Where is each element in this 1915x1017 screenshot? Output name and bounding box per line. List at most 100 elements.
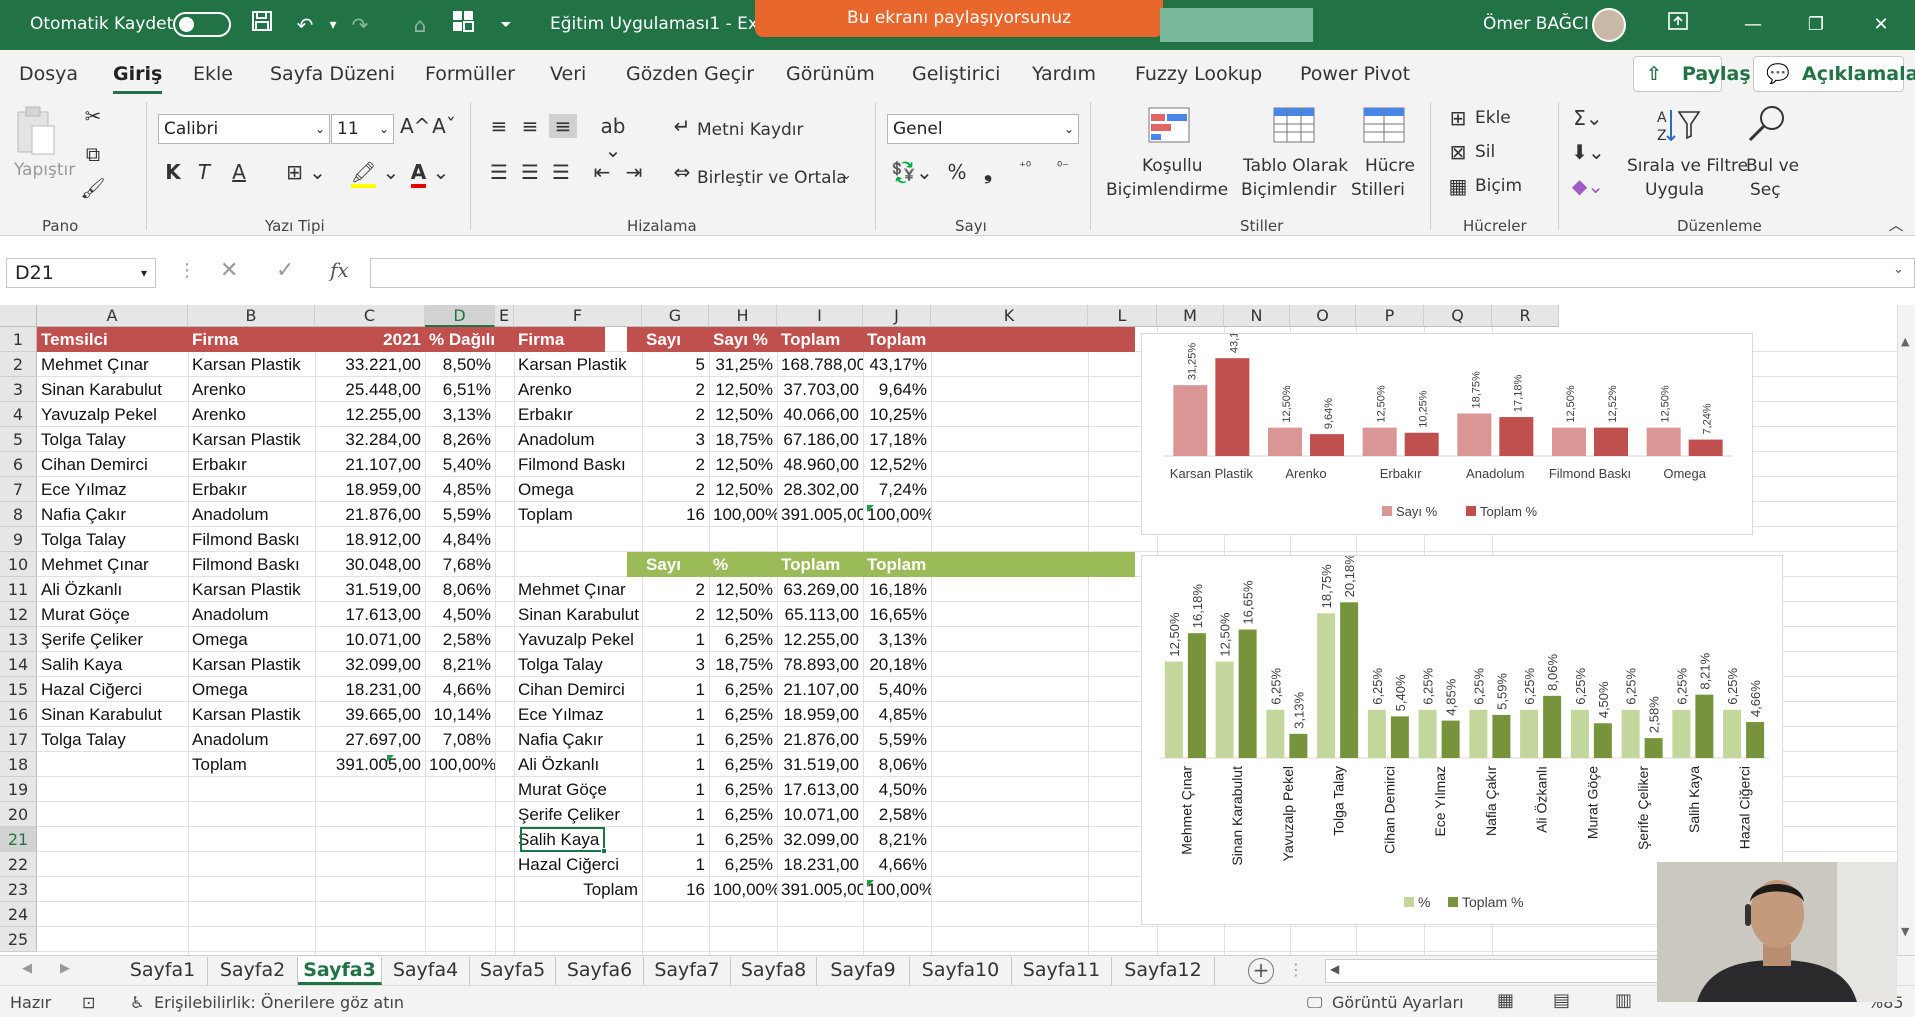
conditional-formatting-icon[interactable] bbox=[1147, 106, 1191, 144]
number-format-select[interactable]: Genel ⌄ bbox=[887, 114, 1079, 144]
cell-value[interactable]: 33.221,00 bbox=[315, 352, 425, 377]
merge-center-button[interactable]: Birleştir ve Ortala bbox=[697, 168, 847, 188]
cell-value[interactable]: 21.876,00 bbox=[315, 502, 425, 527]
cell-value[interactable]: 9,64% bbox=[863, 377, 931, 402]
cell-temsilci[interactable]: Nafia Çakır bbox=[37, 502, 188, 527]
normal-view-icon[interactable]: ▦ bbox=[1497, 990, 1514, 1011]
share-button[interactable]: ⇧ Paylaş bbox=[1633, 56, 1751, 92]
screen-share-banner[interactable]: Bu ekranı paylaşıyorsunuz bbox=[755, 0, 1163, 37]
align-bottom-icon[interactable]: ≡ bbox=[549, 114, 577, 138]
cell-value[interactable]: 18.231,00 bbox=[777, 852, 863, 877]
chart-firma[interactable]: 31,25% 43,17% Karsan Plastik 12,50% 9,64% Are… bbox=[1141, 316, 1753, 535]
cell-value[interactable]: 31.519,00 bbox=[777, 752, 863, 777]
column-header-k[interactable]: K bbox=[931, 305, 1088, 327]
cell-value[interactable]: 27.697,00 bbox=[315, 727, 425, 752]
row-header-1[interactable]: 1 bbox=[0, 327, 37, 352]
cell-value[interactable]: 1 bbox=[642, 677, 709, 702]
cell-value[interactable]: 3,13% bbox=[863, 627, 931, 652]
align-right-icon[interactable]: ☰ bbox=[549, 160, 573, 184]
cell-value[interactable]: 17.613,00 bbox=[777, 777, 863, 802]
total-value[interactable]: 391.005,00 bbox=[315, 752, 425, 777]
cell-value[interactable]: 43,17% bbox=[863, 352, 931, 377]
format-as-table-label-1[interactable]: Tablo Olarak bbox=[1243, 156, 1348, 176]
cell-value[interactable]: 48.960,00 bbox=[777, 452, 863, 477]
merge-dropdown-icon[interactable]: ⌄ bbox=[841, 168, 852, 183]
cell-temsilci[interactable]: Murat Göçe bbox=[37, 602, 188, 627]
macro-recorder-icon[interactable]: ⊡ bbox=[82, 993, 95, 1012]
cell-value[interactable]: 12,50% bbox=[709, 377, 777, 402]
tab-review[interactable]: Gözden Geçir bbox=[626, 63, 754, 85]
restore-icon[interactable]: ❐ bbox=[1803, 12, 1829, 38]
cell-temsilci[interactable]: Mehmet Çınar bbox=[37, 552, 188, 577]
cell-value[interactable]: 3 bbox=[642, 652, 709, 677]
cell-temsilci[interactable]: Sinan Karabulut bbox=[514, 602, 642, 627]
cell-value[interactable]: 2 bbox=[642, 402, 709, 427]
cell-firma[interactable]: Anadolum bbox=[188, 502, 315, 527]
cell-firma[interactable]: Karsan Plastik bbox=[188, 702, 315, 727]
header-cell[interactable]: % bbox=[709, 552, 777, 577]
cell-value[interactable]: 32.284,00 bbox=[315, 427, 425, 452]
accessibility-icon[interactable]: ♿ bbox=[130, 993, 144, 1012]
autosum-icon[interactable]: Σ⌄ bbox=[1570, 106, 1606, 130]
decrease-decimal-icon[interactable]: ⁰⁻ bbox=[1048, 160, 1078, 175]
sheet-tab-sayfa2[interactable]: Sayfa2 bbox=[208, 957, 298, 985]
column-header-m[interactable]: M bbox=[1157, 305, 1224, 327]
insert-cells-icon[interactable]: ⊞ bbox=[1446, 106, 1470, 130]
cell-percent[interactable]: 7,68% bbox=[425, 552, 495, 577]
row-header-14[interactable]: 14 bbox=[0, 652, 37, 677]
close-icon[interactable]: ✕ bbox=[1868, 12, 1894, 38]
cell-value[interactable]: 17.613,00 bbox=[315, 602, 425, 627]
sheet-tab-sayfa4[interactable]: Sayfa4 bbox=[382, 957, 470, 985]
total-label[interactable]: Toplam bbox=[188, 752, 315, 777]
cell-value[interactable]: 5,59% bbox=[863, 727, 931, 752]
format-as-table-label-2[interactable]: Biçimlendir bbox=[1241, 180, 1336, 200]
display-settings[interactable]: Görüntü Ayarları bbox=[1332, 993, 1464, 1012]
shrink-font-icon[interactable]: Aˇ bbox=[432, 114, 456, 138]
format-cells-button[interactable]: Biçim bbox=[1475, 176, 1522, 196]
cell-percent[interactable]: 8,21% bbox=[425, 652, 495, 677]
row-header-7[interactable]: 7 bbox=[0, 477, 37, 502]
cell-value[interactable]: 28.302,00 bbox=[777, 477, 863, 502]
row-header-3[interactable]: 3 bbox=[0, 377, 37, 402]
tab-split-icon[interactable]: ⋮ bbox=[1288, 960, 1304, 979]
sheet-tab-sayfa3[interactable]: Sayfa3 bbox=[298, 957, 382, 985]
cell-value[interactable]: 30.048,00 bbox=[315, 552, 425, 577]
cell-temsilci[interactable]: Cihan Demirci bbox=[514, 677, 642, 702]
name-box[interactable]: D21 ▾ bbox=[6, 258, 156, 288]
header-cell[interactable]: Toplam % bbox=[863, 327, 931, 352]
grow-font-icon[interactable]: A^ bbox=[400, 114, 430, 138]
cell-value[interactable]: 37.703,00 bbox=[777, 377, 863, 402]
sort-filter-icon[interactable]: AZ bbox=[1655, 106, 1701, 144]
row-header-15[interactable]: 15 bbox=[0, 677, 37, 702]
layout-icon[interactable] bbox=[448, 10, 478, 40]
decrease-indent-icon[interactable]: ⇤ bbox=[590, 160, 614, 184]
cell-percent[interactable]: 4,85% bbox=[425, 477, 495, 502]
merge-center-icon[interactable]: ⇔ bbox=[670, 160, 694, 184]
save-icon[interactable] bbox=[247, 10, 277, 40]
cell-value[interactable]: 12,52% bbox=[863, 452, 931, 477]
cell-value[interactable]: 67.186,00 bbox=[777, 427, 863, 452]
total-value[interactable]: 100,00% bbox=[709, 502, 777, 527]
row-header-9[interactable]: 9 bbox=[0, 527, 37, 552]
fill-color-icon[interactable]: 🖍 ⌄ bbox=[350, 160, 400, 188]
format-painter-icon[interactable]: 🖌 bbox=[78, 176, 108, 200]
header-cell[interactable]: Toplam % bbox=[863, 552, 931, 577]
cell-value[interactable]: 168.788,00 bbox=[777, 352, 863, 377]
comma-button[interactable]: ❟ bbox=[978, 160, 998, 184]
active-cell[interactable] bbox=[520, 827, 605, 852]
cut-icon[interactable]: ✂ bbox=[78, 104, 108, 128]
orientation-icon[interactable]: ab ⌄ bbox=[590, 114, 636, 162]
header-cell[interactable]: Temsilci bbox=[37, 327, 188, 352]
total-value[interactable]: 100,00% bbox=[709, 877, 777, 902]
cell-value[interactable]: 6,25% bbox=[709, 752, 777, 777]
autosave-toggle[interactable] bbox=[173, 12, 231, 37]
column-header-f[interactable]: F bbox=[514, 305, 642, 327]
cell-value[interactable]: 39.665,00 bbox=[315, 702, 425, 727]
cell-percent[interactable]: 4,66% bbox=[425, 677, 495, 702]
currency-icon[interactable]: 💱⌄ bbox=[889, 160, 935, 184]
cell-percent[interactable]: 5,59% bbox=[425, 502, 495, 527]
cell-percent[interactable]: 8,50% bbox=[425, 352, 495, 377]
row-header-17[interactable]: 17 bbox=[0, 727, 37, 752]
error-indicator[interactable] bbox=[867, 880, 874, 887]
scroll-left-icon[interactable]: ◀ bbox=[1330, 962, 1339, 976]
